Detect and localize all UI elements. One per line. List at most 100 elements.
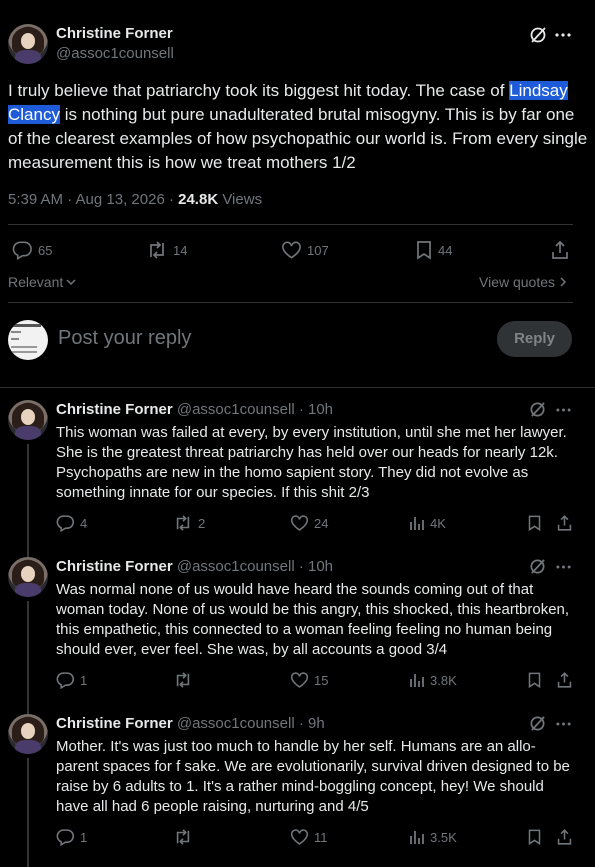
more-options-icon[interactable] [556,565,571,569]
bookmark-icon [528,672,541,689]
repost-count: 2 [198,515,206,531]
share-button[interactable] [550,240,570,260]
view-quotes-link[interactable]: View quotes [479,274,568,290]
repost-icon [176,672,190,688]
author-avatar[interactable] [8,24,48,64]
reply-handle[interactable]: @assoc1counsell [177,401,295,418]
reply-share-button[interactable] [556,514,573,532]
reply-count: 1 [80,672,88,688]
like-count: 15 [314,672,329,688]
reply-views-button[interactable]: 4K [409,514,446,532]
views-count: 3.8K [430,672,457,688]
reply-views-button[interactable]: 3.8K [409,671,457,689]
timestamp-text[interactable]: 5:39 AM · Aug 13, 2026 · [8,191,178,208]
views-count: 4K [430,515,446,531]
divider [0,387,595,388]
share-icon [552,240,568,259]
reply-icon [56,672,75,689]
reply-count: 1 [80,829,88,845]
grok-icon[interactable] [529,558,546,575]
share-icon [557,672,572,688]
reply-text: This woman was failed at every, by every… [56,424,567,501]
reply-time[interactable]: 10h [308,558,333,575]
reply-share-button[interactable] [556,828,573,846]
repost-button[interactable]: 14 [146,240,187,260]
reply-header: Christine Forner @assoc1counsell · 10h [56,558,333,575]
heart-icon [290,829,309,845]
repost-icon [150,241,164,259]
views-icon [410,831,424,844]
tweet-text-before: I truly believe that patriarchy took its… [8,81,510,100]
reply-count: 4 [80,515,88,531]
heart-icon [290,672,309,688]
reply-time[interactable]: 9h [308,715,325,732]
reply-share-button[interactable] [556,671,573,689]
reply-reply-button[interactable]: 1 [56,828,87,846]
views-icon [410,517,424,530]
reply-count: 65 [38,242,53,258]
bookmark-count: 44 [438,242,453,258]
views-label: Views [218,191,263,208]
reply-like-button[interactable]: 15 [290,671,328,689]
separator: · [294,715,308,732]
like-button[interactable]: 107 [281,240,329,260]
reply-like-button[interactable]: 11 [290,828,328,846]
tweet-text: I truly believe that patriarchy took its… [8,79,588,175]
my-avatar[interactable] [8,320,48,360]
bookmark-icon [528,829,541,846]
reply-handle[interactable]: @assoc1counsell [177,558,295,575]
chevron-down-icon [66,279,76,286]
views-icon [410,674,424,687]
sort-dropdown[interactable]: Relevant [8,274,77,290]
repost-icon [176,515,190,531]
like-count: 11 [314,829,328,845]
reply-header: Christine Forner @assoc1counsell · 9h [56,715,325,732]
bookmark-icon [417,241,431,260]
reply-views-button[interactable]: 3.5K [409,828,457,846]
heart-icon [282,241,301,259]
more-options-icon[interactable] [556,722,571,726]
reply-button[interactable]: 65 [12,240,52,260]
reply-handle[interactable]: @assoc1counsell [177,715,295,732]
reply-author-name[interactable]: Christine Forner [56,715,173,732]
reply-icon [12,241,32,260]
reply-reply-button[interactable]: 1 [56,671,87,689]
grok-icon[interactable] [529,401,546,418]
reply-reply-button[interactable]: 4 [56,514,87,532]
grok-icon[interactable] [529,26,547,44]
thread-line [27,601,29,717]
reply-author-name[interactable]: Christine Forner [56,401,173,418]
reply-input[interactable]: Post your reply [58,327,458,350]
reply-icon [56,515,75,532]
bookmark-button[interactable]: 44 [415,240,452,260]
reply-bookmark-button[interactable] [527,671,542,689]
reply-bookmark-button[interactable] [527,514,542,532]
heart-icon [290,515,309,531]
view-quotes-label: View quotes [479,274,556,290]
reply-avatar[interactable] [8,400,48,440]
reply-repost-button[interactable]: 2 [173,514,205,532]
reply-avatar[interactable] [8,557,48,597]
like-count: 107 [307,242,329,258]
divider [8,302,573,303]
thread-line [27,758,29,867]
reply-repost-button[interactable] [173,671,198,689]
grok-icon[interactable] [529,715,546,732]
reply-time[interactable]: 10h [308,401,333,418]
reply-repost-button[interactable] [173,828,198,846]
views-count: 24.8K [178,191,219,208]
author-handle[interactable]: @assoc1counsell [56,45,174,62]
more-options-icon[interactable] [556,408,571,412]
separator: · [294,401,308,418]
share-icon [557,829,572,845]
views-count: 3.5K [430,829,457,845]
more-options-icon[interactable] [555,33,571,37]
tweet-text-after: is nothing but pure unadulterated brutal… [8,105,588,172]
author-name[interactable]: Christine Forner [56,25,173,42]
reply-bookmark-button[interactable] [527,828,542,846]
chevron-right-icon [560,277,567,287]
reply-author-name[interactable]: Christine Forner [56,558,173,575]
reply-like-button[interactable]: 24 [290,514,328,532]
reply-avatar[interactable] [8,714,48,754]
reply-submit-button[interactable]: Reply [497,321,572,357]
